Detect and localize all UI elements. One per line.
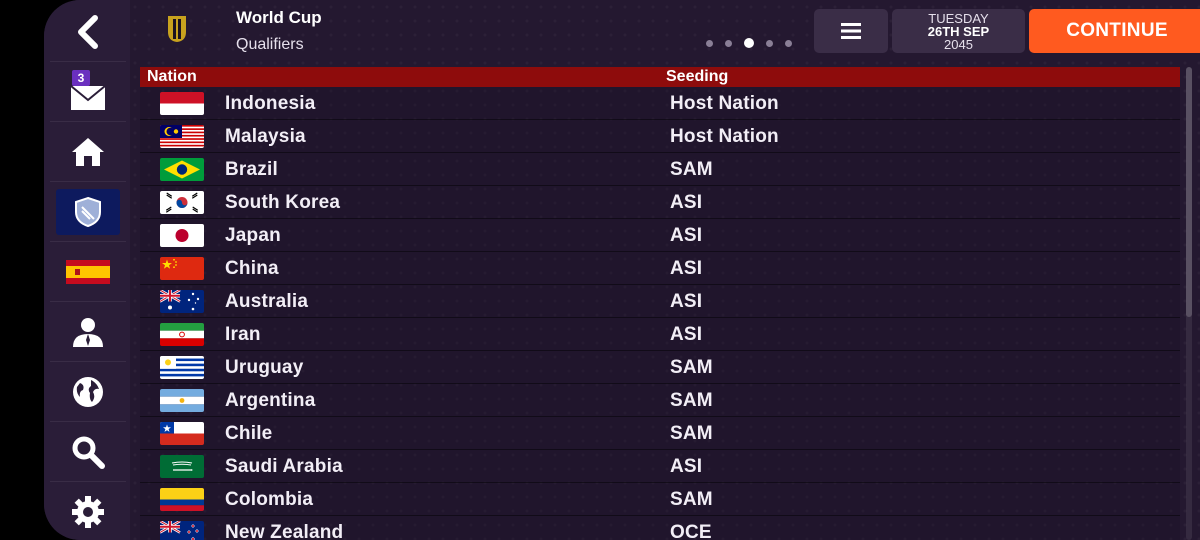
table-row[interactable]: Argentina SAM <box>140 384 1180 417</box>
nation-name: Argentina <box>225 390 316 411</box>
back-icon <box>78 14 98 49</box>
seeding-value: ASI <box>670 258 703 279</box>
table-row[interactable]: Japan ASI <box>140 219 1180 252</box>
seeding-table: Nation Seeding Indonesia Host Nation Malay… <box>140 67 1180 540</box>
nation-name: Saudi Arabia <box>225 456 343 477</box>
settings-icon <box>72 496 104 528</box>
nation-name: Japan <box>225 225 281 246</box>
table-row[interactable]: Uruguay SAM <box>140 351 1180 384</box>
nation-name: Australia <box>225 291 309 312</box>
date-display[interactable]: TUESDAY 26TH SEP 2045 <box>892 9 1025 53</box>
manager-button[interactable] <box>50 302 126 362</box>
nation-name: Indonesia <box>225 93 316 114</box>
nation-name: New Zealand <box>225 522 344 540</box>
table-row[interactable]: Chile SAM <box>140 417 1180 450</box>
seeding-value: SAM <box>670 357 713 378</box>
china-flag-icon <box>160 257 204 280</box>
uruguay-flag-icon <box>160 356 204 379</box>
seeding-value: ASI <box>670 324 703 345</box>
competition-shield-icon <box>75 196 101 227</box>
seeding-value: Host Nation <box>670 93 779 114</box>
argentina-flag-icon <box>160 389 204 412</box>
manager-icon <box>73 317 103 347</box>
page-indicator <box>706 38 792 48</box>
seeding-value: SAM <box>670 159 713 180</box>
seeding-value: Host Nation <box>670 126 779 147</box>
table-row[interactable]: Malaysia Host Nation <box>140 120 1180 153</box>
page-dot[interactable] <box>766 39 773 47</box>
mail-icon <box>70 84 106 110</box>
world-button[interactable] <box>50 362 126 422</box>
page-dot-active[interactable] <box>744 38 754 48</box>
south-korea-flag-icon <box>160 191 204 214</box>
table-row[interactable]: New Zealand OCE <box>140 516 1180 540</box>
world-cup-logo-icon <box>168 16 186 42</box>
indonesia-flag-icon <box>160 92 204 115</box>
table-row[interactable]: South Korea ASI <box>140 186 1180 219</box>
table-row[interactable]: Brazil SAM <box>140 153 1180 186</box>
new-zealand-flag-icon <box>160 521 204 540</box>
seeding-value: ASI <box>670 192 703 213</box>
search-button[interactable] <box>50 422 126 482</box>
mail-count-badge: 3 <box>72 70 90 86</box>
app-window: 3 World Cup Qualifiers TUESDAY 26TH SEP … <box>44 0 1200 540</box>
saudi-arabia-flag-icon <box>160 455 204 478</box>
column-header-seeding[interactable]: Seeding <box>666 68 728 86</box>
chile-flag-icon <box>160 422 204 445</box>
nation-name: Uruguay <box>225 357 304 378</box>
continue-button[interactable]: CONTINUE <box>1029 9 1200 53</box>
back-button[interactable] <box>50 2 126 62</box>
australia-flag-icon <box>160 290 204 313</box>
nation-name: Colombia <box>225 489 314 510</box>
brazil-flag-icon <box>160 158 204 181</box>
seeding-value: OCE <box>670 522 712 540</box>
page-subtitle: Qualifiers <box>236 36 304 53</box>
scrollbar[interactable] <box>1186 67 1192 540</box>
nation-name: Malaysia <box>225 126 306 147</box>
page-dot[interactable] <box>785 39 792 47</box>
table-row[interactable]: Indonesia Host Nation <box>140 87 1180 120</box>
seeding-value: ASI <box>670 225 703 246</box>
sidebar: 3 <box>44 0 130 540</box>
iran-flag-icon <box>160 323 204 346</box>
table-body: Indonesia Host Nation Malaysia Host Nation B… <box>140 87 1180 540</box>
table-row[interactable]: Australia ASI <box>140 285 1180 318</box>
page-title: World Cup <box>236 8 322 27</box>
home-button[interactable] <box>50 122 126 182</box>
table-row[interactable]: Iran ASI <box>140 318 1180 351</box>
home-icon <box>72 137 104 166</box>
seeding-value: SAM <box>670 489 713 510</box>
competition-button[interactable] <box>50 182 126 242</box>
column-header-nation[interactable]: Nation <box>147 68 197 86</box>
hamburger-icon <box>841 23 861 39</box>
nation-name: Chile <box>225 423 273 444</box>
nation-name: Iran <box>225 324 261 345</box>
nation-name: China <box>225 258 279 279</box>
nation-name: South Korea <box>225 192 341 213</box>
malaysia-flag-icon <box>160 125 204 148</box>
settings-button[interactable] <box>50 482 126 540</box>
seeding-value: ASI <box>670 291 703 312</box>
seeding-value: SAM <box>670 423 713 444</box>
japan-flag-icon <box>160 224 204 247</box>
seeding-value: SAM <box>670 390 713 411</box>
table-row[interactable]: China ASI <box>140 252 1180 285</box>
inbox-button[interactable]: 3 <box>50 62 126 122</box>
page-dot[interactable] <box>706 39 713 47</box>
date-year: 2045 <box>944 37 973 52</box>
scrollbar-thumb[interactable] <box>1186 67 1192 317</box>
spain-flag-icon <box>66 259 110 284</box>
table-header: Nation Seeding <box>140 67 1180 87</box>
search-icon <box>72 436 105 469</box>
menu-button[interactable] <box>814 9 888 53</box>
nation-name: Brazil <box>225 159 278 180</box>
table-row[interactable]: Colombia SAM <box>140 483 1180 516</box>
seeding-value: ASI <box>670 456 703 477</box>
colombia-flag-icon <box>160 488 204 511</box>
table-row[interactable]: Saudi Arabia ASI <box>140 450 1180 483</box>
nation-button[interactable] <box>50 242 126 302</box>
globe-icon <box>73 376 103 407</box>
page-dot[interactable] <box>725 39 732 47</box>
